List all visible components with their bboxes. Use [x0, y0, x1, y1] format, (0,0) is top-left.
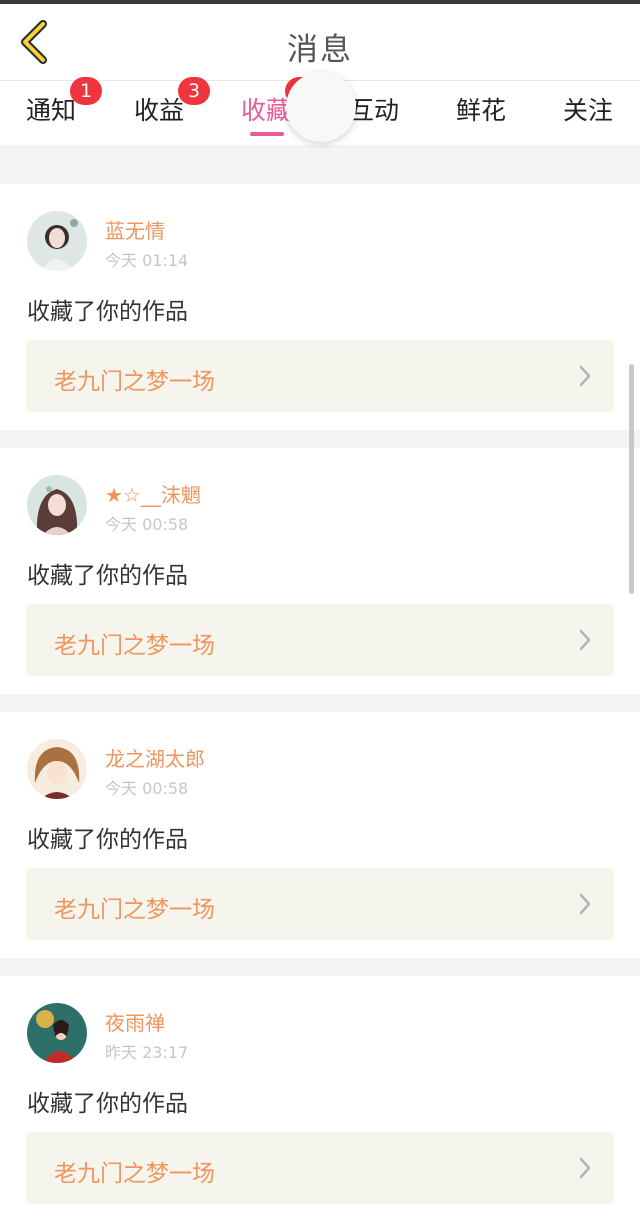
chevron-right-icon [578, 364, 592, 392]
timestamp: 昨天 23:17 [105, 1043, 189, 1062]
scrollbar[interactable] [629, 364, 634, 594]
work-title: 老九门之梦一场 [54, 633, 215, 659]
tab-label: 通知 [26, 96, 77, 125]
timestamp: 今天 01:14 [105, 251, 189, 270]
unread-badge: 1 [70, 77, 102, 105]
action-text: 收藏了你的作品 [27, 827, 188, 853]
tab-flowers[interactable]: 鲜花 [456, 91, 506, 127]
action-text: 收藏了你的作品 [27, 299, 188, 325]
work-title: 老九门之梦一场 [54, 1161, 215, 1187]
header-bar: 消息 [0, 4, 640, 81]
username[interactable]: 夜雨禅 [105, 1007, 165, 1036]
avatar[interactable] [27, 739, 87, 799]
tab-interactions[interactable]: 互动 [349, 91, 399, 127]
tab-label: 关注 [563, 96, 614, 125]
action-text: 收藏了你的作品 [27, 1091, 188, 1117]
username[interactable]: 蓝无情 [105, 215, 165, 244]
timestamp: 今天 00:58 [105, 779, 189, 798]
work-title: 老九门之梦一场 [54, 897, 215, 923]
timestamp: 今天 00:58 [105, 515, 189, 534]
previous-card-edge [26, 145, 614, 149]
avatar[interactable] [27, 475, 87, 535]
tab-notifications[interactable]: 通知 1 [26, 77, 102, 127]
message-card: ★☆__沫魍 今天 00:58 收藏了你的作品 老九门之梦一场 [0, 448, 640, 694]
tab-earnings[interactable]: 收益 3 [134, 77, 210, 127]
work-link[interactable]: 老九门之梦一场 [26, 1132, 614, 1204]
username[interactable]: ★☆__沫魍 [105, 479, 201, 508]
tab-label: 鲜花 [456, 96, 507, 125]
active-tab-indicator [250, 132, 284, 136]
tab-label: 收益 [134, 96, 185, 125]
message-card: 蓝无情 今天 01:14 收藏了你的作品 老九门之梦一场 [0, 184, 640, 430]
chevron-right-icon [578, 892, 592, 920]
avatar[interactable] [27, 1003, 87, 1063]
work-title: 老九门之梦一场 [54, 369, 215, 395]
floating-assistive-button[interactable] [286, 72, 356, 142]
message-card: 夜雨禅 昨天 23:17 收藏了你的作品 老九门之梦一场 [0, 976, 640, 1222]
tab-label: 收藏 [241, 96, 292, 125]
username[interactable]: 龙之湖太郎 [105, 743, 205, 772]
work-link[interactable]: 老九门之梦一场 [26, 340, 614, 412]
tab-follow[interactable]: 关注 [563, 91, 613, 127]
work-link[interactable]: 老九门之梦一场 [26, 604, 614, 676]
action-text: 收藏了你的作品 [27, 563, 188, 589]
work-link[interactable]: 老九门之梦一场 [26, 868, 614, 940]
page-title: 消息 [287, 32, 353, 68]
message-card: 龙之湖太郎 今天 00:58 收藏了你的作品 老九门之梦一场 [0, 712, 640, 958]
avatar[interactable] [27, 211, 87, 271]
chevron-right-icon [578, 1156, 592, 1184]
tab-label: 互动 [349, 96, 400, 125]
chevron-right-icon [578, 628, 592, 656]
tab-favorites[interactable]: 收藏 [241, 77, 317, 127]
unread-badge: 3 [178, 77, 210, 105]
